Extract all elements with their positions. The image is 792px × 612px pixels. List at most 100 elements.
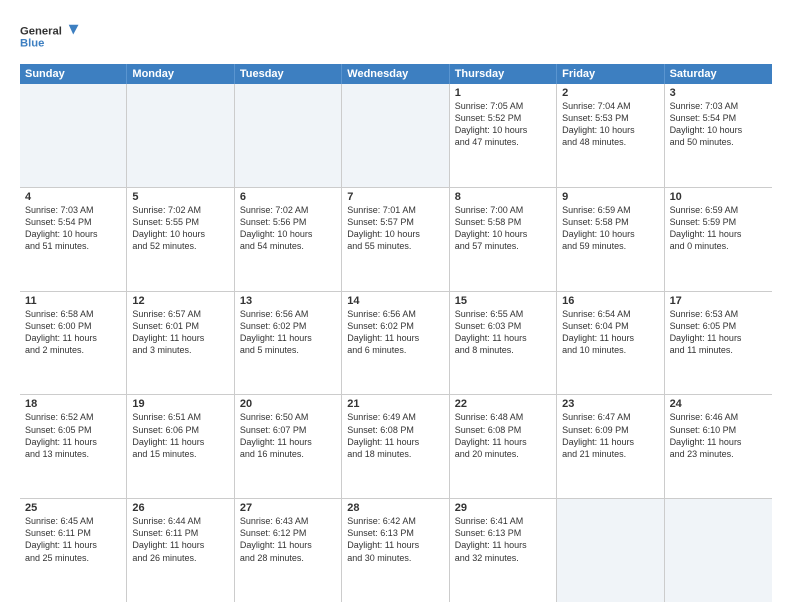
cell-info-line: Daylight: 11 hours: [562, 332, 658, 344]
cell-info-line: Sunrise: 6:44 AM: [132, 515, 228, 527]
calendar-day-19: 19Sunrise: 6:51 AMSunset: 6:06 PMDayligh…: [127, 395, 234, 498]
day-number: 28: [347, 502, 443, 514]
cell-info-line: Sunset: 5:58 PM: [455, 216, 551, 228]
cell-info-line: Sunrise: 6:58 AM: [25, 308, 121, 320]
day-number: 10: [670, 191, 767, 203]
cell-info-line: Daylight: 11 hours: [670, 332, 767, 344]
day-header-thursday: Thursday: [450, 64, 557, 84]
day-number: 27: [240, 502, 336, 514]
calendar-empty-cell: [127, 84, 234, 187]
cell-info-line: and 3 minutes.: [132, 344, 228, 356]
calendar-empty-cell: [342, 84, 449, 187]
cell-info-line: Sunrise: 6:46 AM: [670, 411, 767, 423]
cell-info-line: and 11 minutes.: [670, 344, 767, 356]
cell-info-line: Daylight: 11 hours: [455, 539, 551, 551]
calendar-day-25: 25Sunrise: 6:45 AMSunset: 6:11 PMDayligh…: [20, 499, 127, 602]
calendar-day-7: 7Sunrise: 7:01 AMSunset: 5:57 PMDaylight…: [342, 188, 449, 291]
calendar-day-27: 27Sunrise: 6:43 AMSunset: 6:12 PMDayligh…: [235, 499, 342, 602]
calendar-day-26: 26Sunrise: 6:44 AMSunset: 6:11 PMDayligh…: [127, 499, 234, 602]
calendar-week-4: 18Sunrise: 6:52 AMSunset: 6:05 PMDayligh…: [20, 395, 772, 499]
cell-info-line: and 13 minutes.: [25, 448, 121, 460]
cell-info-line: Sunrise: 6:54 AM: [562, 308, 658, 320]
cell-info-line: and 32 minutes.: [455, 552, 551, 564]
cell-info-line: Sunrise: 6:52 AM: [25, 411, 121, 423]
cell-info-line: Daylight: 11 hours: [670, 436, 767, 448]
cell-info-line: Daylight: 10 hours: [562, 228, 658, 240]
day-number: 1: [455, 87, 551, 99]
calendar-day-8: 8Sunrise: 7:00 AMSunset: 5:58 PMDaylight…: [450, 188, 557, 291]
cell-info-line: Daylight: 11 hours: [132, 539, 228, 551]
day-number: 9: [562, 191, 658, 203]
cell-info-line: Sunrise: 6:59 AM: [670, 204, 767, 216]
cell-info-line: Sunset: 6:02 PM: [240, 320, 336, 332]
svg-text:General: General: [20, 26, 62, 38]
cell-info-line: Sunrise: 6:55 AM: [455, 308, 551, 320]
day-number: 16: [562, 295, 658, 307]
cell-info-line: and 2 minutes.: [25, 344, 121, 356]
cell-info-line: Daylight: 11 hours: [132, 436, 228, 448]
cell-info-line: and 28 minutes.: [240, 552, 336, 564]
cell-info-line: Sunrise: 7:04 AM: [562, 100, 658, 112]
cell-info-line: Sunrise: 6:41 AM: [455, 515, 551, 527]
calendar-day-29: 29Sunrise: 6:41 AMSunset: 6:13 PMDayligh…: [450, 499, 557, 602]
logo-svg: General Blue: [20, 16, 80, 56]
calendar-day-9: 9Sunrise: 6:59 AMSunset: 5:58 PMDaylight…: [557, 188, 664, 291]
cell-info-line: Sunset: 5:54 PM: [670, 112, 767, 124]
calendar-day-21: 21Sunrise: 6:49 AMSunset: 6:08 PMDayligh…: [342, 395, 449, 498]
cell-info-line: Sunset: 5:52 PM: [455, 112, 551, 124]
cell-info-line: Sunset: 6:13 PM: [455, 527, 551, 539]
cell-info-line: Daylight: 11 hours: [240, 436, 336, 448]
calendar-day-6: 6Sunrise: 7:02 AMSunset: 5:56 PMDaylight…: [235, 188, 342, 291]
cell-info-line: Sunset: 6:00 PM: [25, 320, 121, 332]
calendar-day-1: 1Sunrise: 7:05 AMSunset: 5:52 PMDaylight…: [450, 84, 557, 187]
cell-info-line: Daylight: 11 hours: [132, 332, 228, 344]
cell-info-line: Sunrise: 6:43 AM: [240, 515, 336, 527]
cell-info-line: Daylight: 11 hours: [347, 436, 443, 448]
calendar-week-5: 25Sunrise: 6:45 AMSunset: 6:11 PMDayligh…: [20, 499, 772, 602]
cell-info-line: Sunrise: 6:47 AM: [562, 411, 658, 423]
day-number: 6: [240, 191, 336, 203]
calendar-day-3: 3Sunrise: 7:03 AMSunset: 5:54 PMDaylight…: [665, 84, 772, 187]
cell-info-line: Sunset: 6:09 PM: [562, 424, 658, 436]
cell-info-line: Sunrise: 7:01 AM: [347, 204, 443, 216]
cell-info-line: Sunrise: 7:03 AM: [25, 204, 121, 216]
cell-info-line: and 54 minutes.: [240, 240, 336, 252]
day-number: 13: [240, 295, 336, 307]
cell-info-line: and 59 minutes.: [562, 240, 658, 252]
cell-info-line: and 57 minutes.: [455, 240, 551, 252]
calendar-day-22: 22Sunrise: 6:48 AMSunset: 6:08 PMDayligh…: [450, 395, 557, 498]
day-number: 14: [347, 295, 443, 307]
cell-info-line: Sunset: 5:55 PM: [132, 216, 228, 228]
day-number: 26: [132, 502, 228, 514]
day-number: 2: [562, 87, 658, 99]
cell-info-line: Daylight: 10 hours: [562, 124, 658, 136]
cell-info-line: Daylight: 11 hours: [455, 436, 551, 448]
cell-info-line: Daylight: 11 hours: [240, 332, 336, 344]
calendar-day-20: 20Sunrise: 6:50 AMSunset: 6:07 PMDayligh…: [235, 395, 342, 498]
calendar-week-3: 11Sunrise: 6:58 AMSunset: 6:00 PMDayligh…: [20, 292, 772, 396]
calendar-body: 1Sunrise: 7:05 AMSunset: 5:52 PMDaylight…: [20, 84, 772, 602]
cell-info-line: Sunset: 6:03 PM: [455, 320, 551, 332]
svg-text:Blue: Blue: [20, 38, 44, 50]
day-number: 22: [455, 398, 551, 410]
cell-info-line: Sunset: 6:13 PM: [347, 527, 443, 539]
cell-info-line: Daylight: 10 hours: [25, 228, 121, 240]
cell-info-line: and 50 minutes.: [670, 136, 767, 148]
day-header-saturday: Saturday: [665, 64, 772, 84]
cell-info-line: Sunset: 6:04 PM: [562, 320, 658, 332]
calendar-week-1: 1Sunrise: 7:05 AMSunset: 5:52 PMDaylight…: [20, 84, 772, 188]
day-header-sunday: Sunday: [20, 64, 127, 84]
cell-info-line: Sunset: 6:05 PM: [670, 320, 767, 332]
day-number: 19: [132, 398, 228, 410]
cell-info-line: Sunrise: 7:02 AM: [132, 204, 228, 216]
cell-info-line: Sunset: 6:10 PM: [670, 424, 767, 436]
day-number: 5: [132, 191, 228, 203]
day-number: 15: [455, 295, 551, 307]
calendar-day-16: 16Sunrise: 6:54 AMSunset: 6:04 PMDayligh…: [557, 292, 664, 395]
calendar-day-23: 23Sunrise: 6:47 AMSunset: 6:09 PMDayligh…: [557, 395, 664, 498]
cell-info-line: and 15 minutes.: [132, 448, 228, 460]
calendar-day-2: 2Sunrise: 7:04 AMSunset: 5:53 PMDaylight…: [557, 84, 664, 187]
cell-info-line: Daylight: 11 hours: [562, 436, 658, 448]
cell-info-line: Sunrise: 6:59 AM: [562, 204, 658, 216]
cell-info-line: and 16 minutes.: [240, 448, 336, 460]
